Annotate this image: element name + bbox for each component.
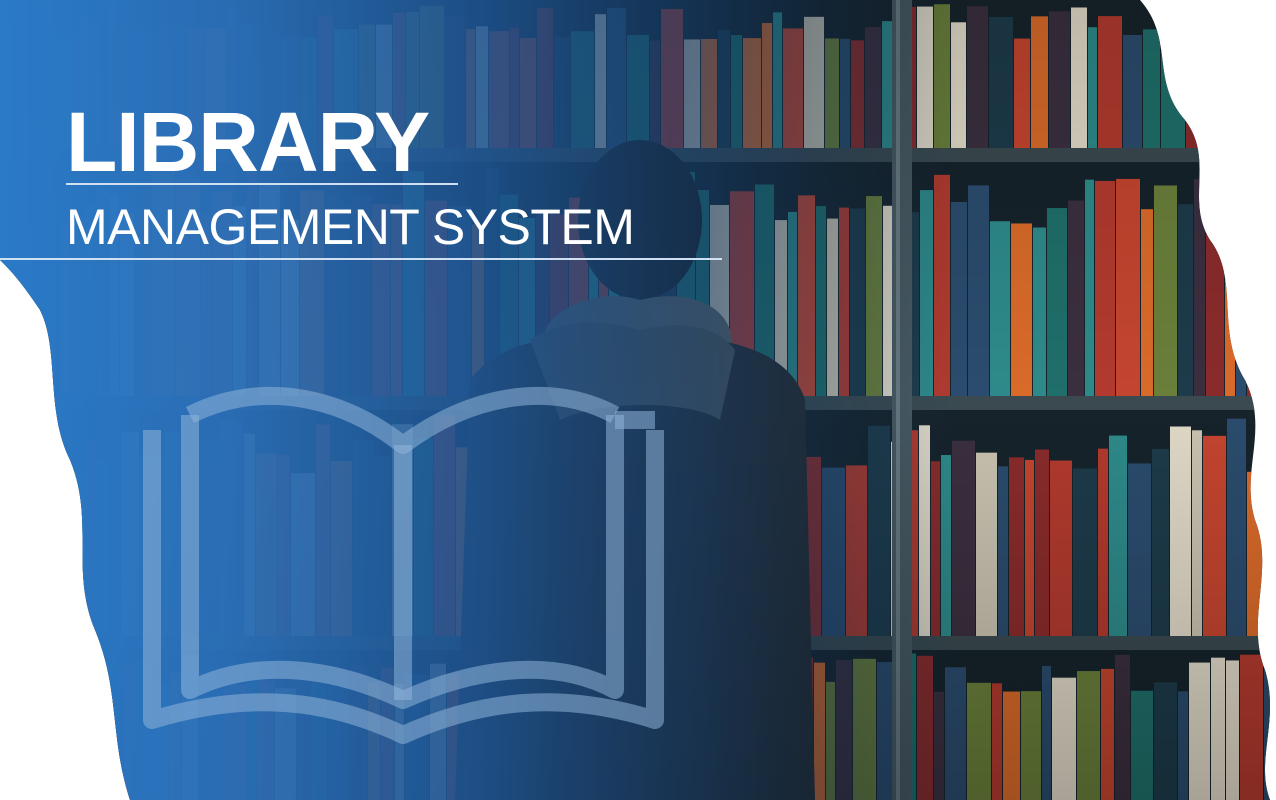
book-spine <box>1247 167 1256 396</box>
book-spine <box>1202 12 1214 149</box>
hero-artwork <box>0 0 1276 800</box>
book-spine <box>73 660 90 800</box>
book-spine <box>1239 34 1261 148</box>
book-spine <box>1215 18 1238 149</box>
book-spine <box>1270 184 1276 396</box>
book-spine <box>16 472 27 636</box>
book-spine <box>31 661 51 800</box>
book-spine <box>19 680 30 800</box>
book-spine <box>52 686 72 800</box>
book-spine <box>1269 453 1270 636</box>
book-spine <box>0 680 18 800</box>
book-spine <box>1262 7 1270 148</box>
book-spine <box>91 684 109 800</box>
book-spine <box>1257 212 1269 396</box>
book-spine <box>0 423 15 636</box>
book-spine <box>51 462 60 636</box>
book-spine <box>28 434 50 636</box>
